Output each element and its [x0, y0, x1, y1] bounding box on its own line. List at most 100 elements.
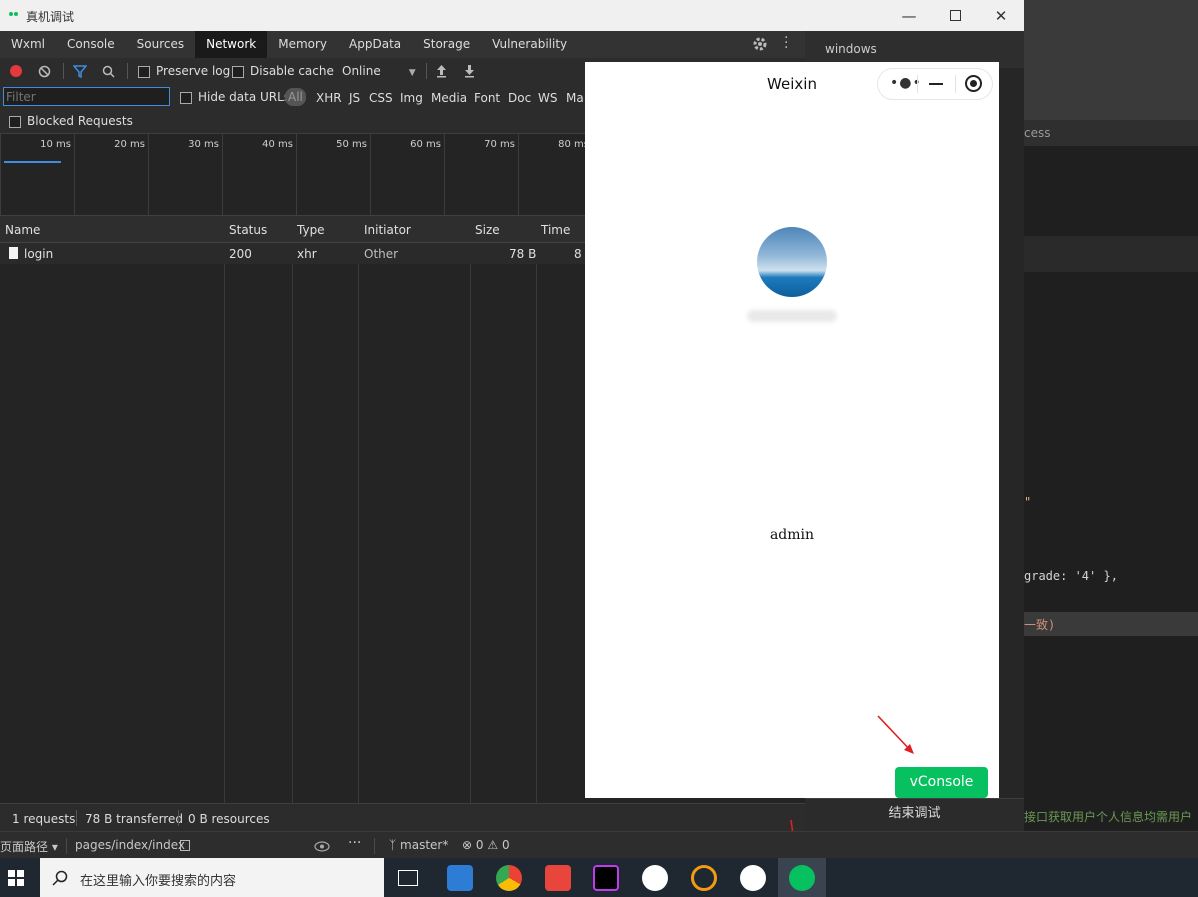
ide-code-quote: ": [1024, 495, 1032, 509]
column-header-initiator[interactable]: Initiator: [364, 223, 411, 237]
request-type: xhr: [297, 247, 317, 261]
type-filter-manifest[interactable]: Ma: [566, 91, 584, 105]
git-branch[interactable]: ᛉ master*: [389, 838, 448, 852]
type-filter-img[interactable]: Img: [400, 91, 423, 105]
filter-icon[interactable]: [73, 65, 87, 78]
more-icon[interactable]: ···: [348, 835, 361, 851]
type-filter-doc[interactable]: Doc: [508, 91, 531, 105]
column-header-size[interactable]: Size: [475, 223, 500, 237]
taskbar-app-icon[interactable]: [545, 865, 571, 891]
more-menu-icon[interactable]: · · ·: [784, 31, 788, 55]
tab-console[interactable]: Console: [56, 31, 126, 58]
minimize-icon[interactable]: [929, 83, 943, 85]
column-header-status[interactable]: Status: [229, 223, 267, 237]
document-icon: [9, 247, 18, 259]
task-view-icon[interactable]: [398, 870, 418, 886]
windows-taskbar: 在这里输入你要搜索的内容: [0, 858, 1198, 897]
search-icon[interactable]: [102, 65, 115, 78]
type-filter-css[interactable]: CSS: [369, 91, 393, 105]
status-divider: [66, 838, 67, 854]
toolbar-divider: [63, 63, 64, 79]
timeline-tick: 60 ms: [370, 134, 445, 215]
windows-start-icon[interactable]: [8, 870, 24, 886]
phone-simulator: Weixin •●• admin vConsole: [585, 62, 999, 798]
checkbox-box: [9, 115, 21, 128]
disable-cache-checkbox[interactable]: Disable cache: [232, 64, 334, 78]
page-path: pages/index/index: [75, 838, 185, 852]
request-size: 78 B: [509, 247, 537, 261]
taskbar-search-box[interactable]: 在这里输入你要搜索的内容: [40, 858, 384, 897]
right-panel-title: windows: [825, 42, 877, 56]
toolbar-divider: [426, 63, 427, 79]
clear-icon[interactable]: [38, 65, 51, 78]
hide-data-urls-label: Hide data URLs: [198, 90, 291, 104]
timeline-tick: 30 ms: [148, 134, 223, 215]
end-debug-button[interactable]: 结束调试: [805, 798, 1024, 832]
throttle-select[interactable]: Online ▼: [342, 64, 416, 78]
request-status: 200: [229, 247, 252, 261]
annotation-arrow: [877, 715, 914, 754]
vconsole-button[interactable]: vConsole: [895, 767, 988, 798]
type-filter-font[interactable]: Font: [474, 91, 500, 105]
preserve-log-checkbox[interactable]: Preserve log: [138, 64, 230, 78]
maximize-button[interactable]: [932, 0, 978, 31]
column-divider: [292, 216, 293, 803]
close-miniprogram-icon[interactable]: [965, 75, 982, 92]
username-text: admin: [769, 527, 815, 543]
filter-input[interactable]: [3, 87, 170, 106]
type-filter-all[interactable]: All: [285, 88, 306, 106]
copy-icon[interactable]: [180, 840, 190, 851]
type-filter-xhr[interactable]: XHR: [316, 91, 342, 105]
column-divider: [536, 216, 537, 803]
checkbox-box: [138, 65, 150, 78]
record-icon[interactable]: [10, 65, 22, 77]
page-path-dropdown[interactable]: 页面路径 ▾: [0, 838, 58, 855]
capsule-divider: [955, 75, 956, 93]
miniprogram-icon: [789, 865, 815, 891]
column-header-type[interactable]: Type: [297, 223, 325, 237]
export-icon[interactable]: [464, 64, 475, 78]
problems-indicator[interactable]: ⊗ 0 ⚠ 0: [462, 838, 510, 852]
type-filter-ws[interactable]: WS: [538, 91, 557, 105]
request-time: 8: [574, 247, 582, 261]
title-bar: 真机调试 — ✕: [0, 0, 1024, 31]
tab-sources[interactable]: Sources: [126, 31, 195, 58]
import-icon[interactable]: [436, 64, 447, 78]
close-button[interactable]: ✕: [978, 0, 1024, 31]
type-filter-media[interactable]: Media: [431, 91, 467, 105]
taskbar-app-icon[interactable]: [691, 865, 717, 891]
taskbar-app-icon[interactable]: [447, 865, 473, 891]
tab-network[interactable]: Network: [195, 31, 268, 58]
blocked-requests-checkbox[interactable]: Blocked Requests: [9, 114, 133, 128]
tab-storage[interactable]: Storage: [412, 31, 481, 58]
minimize-button[interactable]: —: [886, 0, 932, 31]
column-header-name[interactable]: Name: [5, 223, 40, 237]
tab-appdata[interactable]: AppData: [338, 31, 412, 58]
wechat-devtools-icon[interactable]: [642, 865, 668, 891]
status-divider: [178, 810, 179, 826]
avatar[interactable]: [757, 227, 827, 297]
chrome-icon[interactable]: [496, 865, 522, 891]
gear-icon[interactable]: [752, 36, 768, 52]
ide-code-line-grade: grade: '4' },: [1024, 569, 1118, 583]
timeline-tick: 80 ms: [518, 134, 593, 215]
column-header-time[interactable]: Time: [541, 223, 570, 237]
tab-vulnerability[interactable]: Vulnerability: [481, 31, 578, 58]
hide-data-urls-checkbox[interactable]: Hide data URLs: [180, 90, 290, 104]
status-divider: [76, 810, 77, 826]
taskbar-active-app[interactable]: [778, 858, 826, 897]
type-filter-js[interactable]: JS: [349, 91, 360, 105]
tab-wxml[interactable]: Wxml: [0, 31, 56, 58]
blurred-nickname: [747, 310, 837, 322]
wechat-icon[interactable]: [740, 865, 766, 891]
tab-memory[interactable]: Memory: [267, 31, 338, 58]
timeline-tick: 10 ms: [0, 134, 75, 215]
eye-icon[interactable]: [314, 841, 330, 852]
miniprogram-capsule: •●•: [877, 68, 993, 100]
ide-status-bar: 页面路径 ▾ pages/index/index ··· ᛉ master* ⊗…: [0, 831, 1198, 859]
ide-code-line-info: 接口获取用户个人信息均需用户: [1024, 810, 1193, 824]
timeline-tick: 40 ms: [222, 134, 297, 215]
request-name[interactable]: login: [24, 247, 53, 261]
resources-size: 0 B resources: [188, 812, 270, 826]
intellij-icon[interactable]: [593, 865, 619, 891]
